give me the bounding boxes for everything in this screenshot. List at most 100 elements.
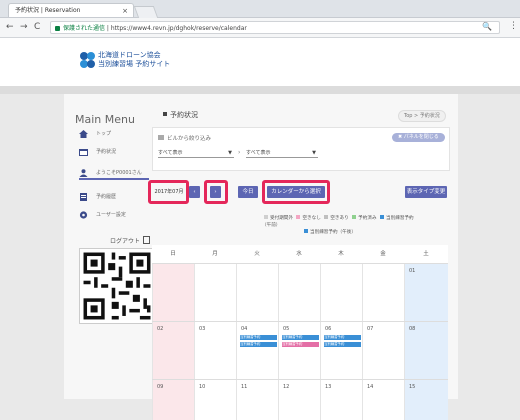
- sidebar-item-top[interactable]: トップ: [79, 129, 111, 139]
- weekday-wed: 水: [296, 251, 302, 257]
- gear-icon: [79, 210, 88, 219]
- qr-code-icon: [80, 249, 154, 323]
- calendar-day[interactable]: 12: [278, 380, 320, 420]
- legend-swatch: [304, 229, 308, 233]
- calendar-day[interactable]: 10: [194, 380, 236, 420]
- calendar-week: 09 10 11 12 13 14 15: [152, 379, 448, 420]
- user-icon: [79, 168, 88, 177]
- weekday-thu: 木: [338, 251, 344, 257]
- legend-item: 受付期間外: [270, 216, 293, 221]
- highlight-month: [148, 180, 189, 204]
- logout-icon: [143, 236, 151, 244]
- legend: 受付期間外 空きなし 空きあり 予約済み 当別練習予約（午前） 当別練習予約（午…: [262, 215, 422, 236]
- calendar-day[interactable]: [362, 264, 404, 322]
- building-select[interactable]: すべて表示 ▼: [158, 148, 234, 158]
- sidebar-item-welcome: ようこそP0001さん: [79, 168, 142, 178]
- select-separator: ›: [238, 149, 241, 156]
- legend-swatch: [380, 215, 385, 219]
- sidebar-item-status[interactable]: 予約状況: [79, 147, 116, 157]
- weekday-sun: 日: [170, 251, 176, 257]
- calendar-icon: [79, 148, 88, 156]
- calendar-day[interactable]: 09: [152, 380, 194, 420]
- tab-close-icon[interactable]: ×: [122, 4, 128, 17]
- calendar-day-04[interactable]: 04 当別練習予約 当別練習予約: [236, 322, 278, 380]
- calendar-header: 日 月 火 水 木 金 土: [152, 245, 448, 264]
- calendar-day[interactable]: 15: [404, 380, 448, 420]
- legend-item: 予約済み: [358, 216, 377, 221]
- calendar-day[interactable]: 13: [320, 380, 362, 420]
- logo-line1: 北海道ドローン協会: [98, 51, 161, 59]
- legend-swatch: [352, 215, 357, 219]
- title-marker-icon: [163, 112, 167, 116]
- legend-item: 空きなし: [302, 216, 321, 221]
- calendar-day[interactable]: 07: [362, 322, 404, 380]
- calendar-day[interactable]: 11: [236, 380, 278, 420]
- reservation-event[interactable]: 当別練習予約: [282, 335, 319, 340]
- logout-link[interactable]: ログアウト: [110, 236, 151, 245]
- change-view-button[interactable]: 表示タイプ変更: [405, 186, 447, 198]
- calendar-day[interactable]: 03: [194, 322, 236, 380]
- weekday-fri: 金: [380, 251, 386, 257]
- forward-icon[interactable]: →: [20, 21, 28, 33]
- legend-swatch: [324, 215, 329, 219]
- zoom-icon[interactable]: 🔍: [482, 22, 492, 31]
- calendar-day[interactable]: [152, 264, 194, 322]
- calendar-day[interactable]: 01: [404, 264, 448, 322]
- site-header: [0, 38, 520, 86]
- weekday-sat: 土: [423, 251, 429, 257]
- header-divider: [0, 86, 520, 94]
- url-text: https://www4.revn.jp/dghok/reserve/calen…: [110, 25, 247, 32]
- calendar-day[interactable]: 08: [404, 322, 448, 380]
- sidebar-item-history[interactable]: 予約履歴: [79, 192, 116, 202]
- chevron-down-icon: ▼: [312, 150, 316, 156]
- calendar-day[interactable]: [320, 264, 362, 322]
- reload-icon[interactable]: C: [34, 21, 40, 33]
- breadcrumb[interactable]: Top > 予約状況: [398, 110, 446, 122]
- calendar-day[interactable]: [194, 264, 236, 322]
- home-icon: [79, 129, 88, 138]
- browser-toolbar: ← → C 保護された通信 | https://www4.revn.jp/dgh…: [0, 18, 520, 38]
- weekday-tue: 火: [254, 251, 260, 257]
- welcome-underline: [79, 178, 149, 180]
- reservation-event[interactable]: 当別練習予約: [282, 342, 319, 347]
- today-button[interactable]: 今日: [238, 186, 258, 198]
- main-menu-title: Main Menu: [75, 113, 135, 126]
- close-panel-button[interactable]: ✖ パネルを閉じる: [392, 133, 445, 142]
- calendar-day-06[interactable]: 06 当別練習予約 当別練習予約: [320, 322, 362, 380]
- menu-icon[interactable]: ⋮: [509, 21, 518, 31]
- new-tab-button[interactable]: [133, 6, 159, 18]
- tab-title: 予約状況 | Reservation: [15, 7, 81, 14]
- calendar-day[interactable]: [236, 264, 278, 322]
- weekday-mon: 月: [212, 251, 218, 257]
- legend-swatch: [264, 215, 268, 219]
- reservation-event[interactable]: 当別練習予約: [240, 335, 277, 340]
- reservation-event[interactable]: 当別練習予約: [240, 342, 277, 347]
- filter-title: ビルから絞り込み: [158, 134, 211, 142]
- calendar-day[interactable]: 14: [362, 380, 404, 420]
- calendar-day[interactable]: 02: [152, 322, 194, 380]
- calendar-day-05[interactable]: 05 当別練習予約 当別練習予約: [278, 322, 320, 380]
- page-title: 予約状況: [163, 110, 198, 120]
- reservation-event[interactable]: 当別練習予約: [324, 335, 361, 340]
- browser-tabstrip: 予約状況 | Reservation ×: [0, 0, 520, 18]
- tag-icon: [158, 135, 164, 140]
- legend-swatch: [296, 215, 301, 219]
- history-icon: [80, 192, 87, 201]
- calendar-week: 02 03 04 当別練習予約 当別練習予約 05 当別練習予約 当別練習予約 …: [152, 321, 448, 380]
- highlight-next: [204, 180, 228, 204]
- reservation-event[interactable]: 当別練習予約: [324, 342, 361, 347]
- legend-item: 当別練習予約（午後）: [310, 230, 356, 235]
- calendar-day[interactable]: [278, 264, 320, 322]
- room-select[interactable]: すべて表示 ▼: [246, 148, 318, 158]
- qr-code-image: [79, 248, 155, 324]
- prev-month-button[interactable]: ‹: [189, 186, 200, 198]
- site-logo-text[interactable]: 北海道ドローン協会 当別練習場 予約サイト: [98, 51, 170, 69]
- logo-line2: 当別練習場 予約サイト: [98, 60, 171, 68]
- highlight-calendar-button: [262, 180, 330, 204]
- browser-tab[interactable]: 予約状況 | Reservation ×: [8, 3, 134, 17]
- back-icon[interactable]: ←: [6, 21, 14, 33]
- address-bar[interactable]: 保護された通信 | https://www4.revn.jp/dghok/res…: [50, 21, 500, 34]
- legend-item: 空きあり: [330, 216, 349, 221]
- calendar-week: 01: [152, 263, 448, 322]
- sidebar-item-settings[interactable]: ユーザー設定: [79, 210, 126, 220]
